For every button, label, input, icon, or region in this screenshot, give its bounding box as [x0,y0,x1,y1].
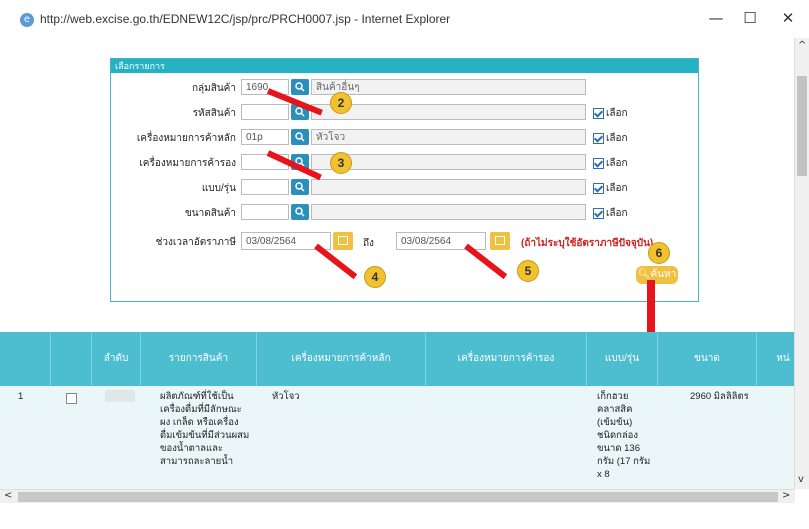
checkbox-checked-icon [593,207,604,219]
scroll-down-icon[interactable]: v [798,474,804,485]
horizontal-scroll-thumb[interactable] [18,492,778,502]
product-group-label: กลุ่มสินค้า [191,83,236,94]
vertical-scroll-thumb[interactable] [797,76,807,176]
main-trademark-code-input[interactable]: 01p [241,129,289,145]
product-code-label: รหัสสินค้า [192,108,236,119]
date-to-calendar-icon[interactable] [490,232,510,250]
row-main-brand: หัวโจว [272,391,300,402]
product-code-name-field [311,104,586,120]
header-main-brand: เครื่องหมายการค้าหลัก [257,332,426,386]
row-model: เก็กฮวยคลาสสิค (เข้มข้น) ชนิดกล่อง ขนาด … [597,391,651,480]
search-icon [295,132,305,142]
results-table: ลำดับ รายการสินค้า เครื่องหมายการค้าหลัก… [0,332,795,489]
row-item: ผลิตภัณฑ์ที่ใช้เป็นเครื่องดื่มที่มีลักษณ… [160,391,250,467]
header-unit: หน่ [776,353,790,364]
table-row[interactable]: 1 ผลิตภัณฑ์ที่ใช้เป็นเครื่องดื่มที่มีลัก… [0,386,795,489]
current-rate-note: (ถ้าไม่ระบุใช้อัตราภาษีปัจจุบัน) [521,238,654,249]
header-index: ลำดับ [92,332,141,386]
window-titlebar: e http://web.excise.go.th/EDNEW12C/jsp/p… [0,0,809,39]
model-name-field [311,179,586,195]
header-item: รายการสินค้า [141,332,257,386]
minimize-button[interactable]: — [704,6,728,30]
product-size-label: ขนาดสินค้า [184,208,236,219]
model-label: แบบ/รุ่น [201,183,236,194]
header-blank-1 [0,332,51,386]
checkbox-label: เลือก [606,183,628,194]
scroll-right-icon[interactable]: > [782,490,790,501]
maximize-button[interactable]: ☐ [738,6,762,30]
row-checkbox[interactable] [66,393,77,404]
product-size-name-field [311,204,586,220]
tax-period-label: ช่วงเวลาอัตราภาษี [155,237,236,248]
main-trademark-checkbox[interactable]: เลือก [593,131,628,146]
window-title: http://web.excise.go.th/EDNEW12C/jsp/prc… [40,12,451,26]
step-badge-3: 3 [330,152,352,174]
header-size: ขนาด [658,332,757,386]
checkbox-label: เลือก [606,108,628,119]
checkbox-checked-icon [593,132,604,144]
product-code-input[interactable] [241,104,289,120]
table-header: ลำดับ รายการสินค้า เครื่องหมายการค้าหลัก… [0,332,795,386]
search-icon [295,207,305,217]
status-area [0,503,809,529]
product-size-search-button[interactable] [291,204,309,220]
horizontal-scrollbar[interactable]: < > [0,489,795,504]
search-icon [295,182,305,192]
vertical-scrollbar[interactable]: ^ v [794,38,809,489]
search-icon [295,82,305,92]
close-button[interactable]: ✕ [776,6,800,30]
product-group-search-button[interactable] [291,79,309,95]
sub-trademark-label: เครื่องหมายการค้ารอง [139,158,236,169]
date-from-calendar-icon[interactable] [333,232,353,250]
page-content: เลือกรายการ กลุ่มสินค้า 1690 สินค้าอื่นๆ… [0,38,795,489]
row-code-redacted [105,390,135,402]
find-button[interactable]: 🔍︎ค้นหา [636,266,678,284]
step-badge-4: 4 [364,266,386,288]
checkbox-checked-icon [593,182,604,194]
sub-trademark-name-field [311,154,586,170]
row-index: 1 [18,391,24,402]
product-size-checkbox[interactable]: เลือก [593,206,628,221]
model-checkbox[interactable]: เลือก [593,181,628,196]
product-code-checkbox[interactable]: เลือก [593,106,628,121]
product-group-name-field: สินค้าอื่นๆ [311,79,586,95]
main-trademark-search-button[interactable] [291,129,309,145]
row-size: 2960 มิลลิลิตร [690,391,749,402]
model-search-button[interactable] [291,179,309,195]
main-trademark-label: เครื่องหมายการค้าหลัก [136,133,236,144]
annotation-arrow-6 [647,280,655,338]
panel-header: เลือกรายการ [111,59,698,73]
select-items-panel: เลือกรายการ กลุ่มสินค้า 1690 สินค้าอื่นๆ… [110,58,699,302]
scroll-left-icon[interactable]: < [4,490,12,501]
header-sub-brand: เครื่องหมายการค้ารอง [426,332,587,386]
find-button-label: ค้นหา [650,269,677,280]
checkbox-checked-icon [593,107,604,119]
checkbox-label: เลือก [606,158,628,169]
model-code-input[interactable] [241,179,289,195]
main-trademark-name-field: หัวโจว [311,129,586,145]
scroll-up-icon[interactable]: ^ [798,40,806,51]
product-size-code-input[interactable] [241,204,289,220]
header-model: แบบ/รุ่น [587,332,658,386]
checkbox-checked-icon [593,157,604,169]
step-badge-5: 5 [517,260,539,282]
checkbox-label: เลือก [606,208,628,219]
step-badge-6: 6 [648,242,670,264]
sub-trademark-checkbox[interactable]: เลือก [593,156,628,171]
checkbox-label: เลือก [606,133,628,144]
header-blank-2 [51,332,92,386]
search-icon: 🔍︎ [637,269,651,280]
step-badge-2: 2 [330,92,352,114]
date-to-label: ถึง [363,238,374,249]
internet-explorer-icon: e [20,13,34,27]
